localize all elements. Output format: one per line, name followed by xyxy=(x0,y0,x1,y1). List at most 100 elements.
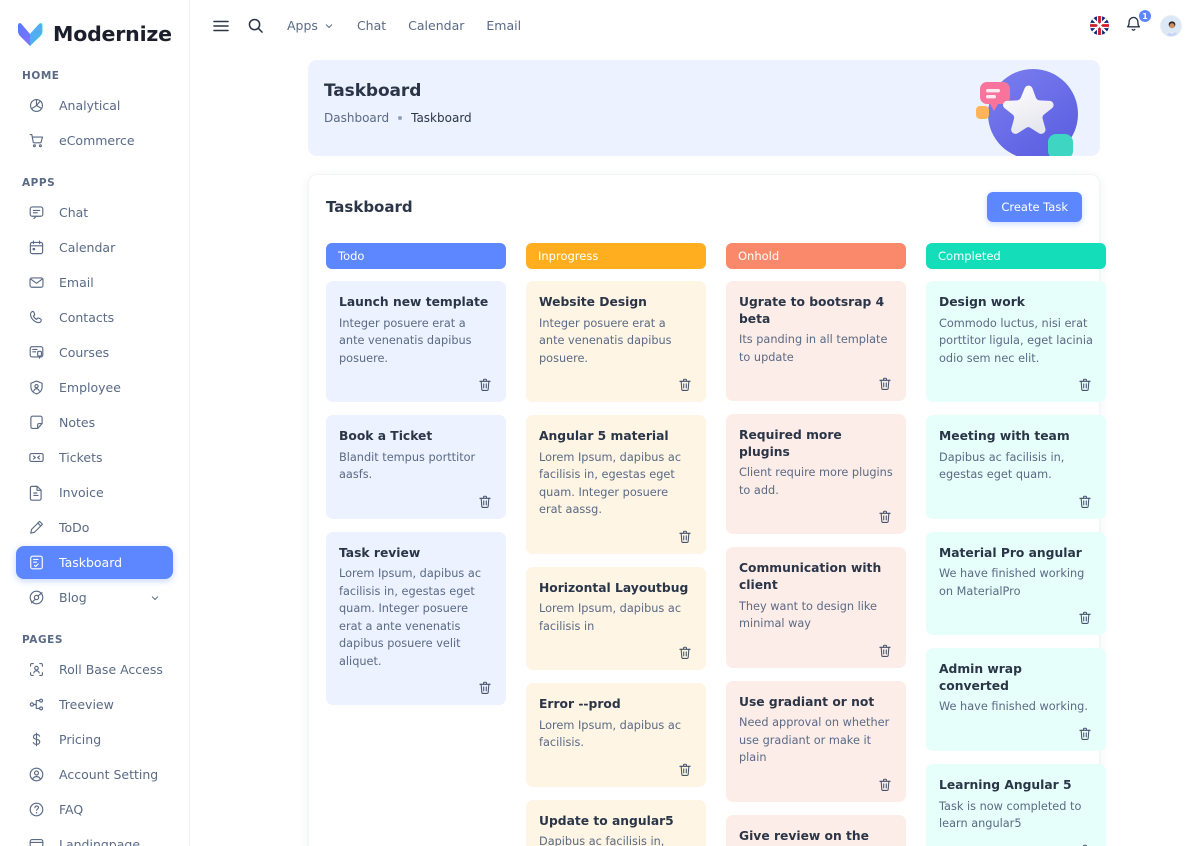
column-header-completed[interactable]: Completed xyxy=(926,243,1106,269)
trash-icon[interactable] xyxy=(677,762,693,778)
breadcrumb-item-dashboard[interactable]: Dashboard xyxy=(324,111,389,125)
pencil-edit-icon xyxy=(28,519,45,536)
column-header-todo[interactable]: Todo xyxy=(326,243,506,269)
task-card[interactable]: Required more pluginsClient require more… xyxy=(726,414,906,534)
sidebar-item-chat[interactable]: Chat xyxy=(16,196,173,229)
task-card[interactable]: Learning Angular 5Task is now completed … xyxy=(926,764,1106,846)
sidebar: Modernize HOMEAnalyticaleCommerceAPPSCha… xyxy=(0,0,190,846)
trash-icon[interactable] xyxy=(877,509,893,525)
task-card[interactable]: Angular 5 materialLorem Ipsum, dapibus a… xyxy=(526,415,706,554)
column-tasks-inprogress: Website DesignInteger posuere erat a ant… xyxy=(526,281,706,846)
task-footer xyxy=(939,726,1093,742)
sidebar-item-label: Roll Base Access xyxy=(59,662,163,677)
trash-icon[interactable] xyxy=(477,680,493,696)
task-card[interactable]: Design workCommodo luctus, nisi erat por… xyxy=(926,281,1106,402)
task-title: Meeting with team xyxy=(939,428,1093,445)
task-footer xyxy=(739,509,893,525)
column-header-onhold[interactable]: Onhold xyxy=(726,243,906,269)
task-title: Use gradiant or not xyxy=(739,694,893,711)
sidebar-item-todo[interactable]: ToDo xyxy=(16,511,173,544)
trash-icon[interactable] xyxy=(477,494,493,510)
task-title: Error --prod xyxy=(539,696,693,713)
task-footer xyxy=(739,777,893,793)
task-card[interactable]: Error --prodLorem Ipsum, dapibus ac faci… xyxy=(526,683,706,787)
create-task-button[interactable]: Create Task xyxy=(987,192,1082,222)
uk-flag-icon[interactable] xyxy=(1090,16,1109,35)
task-card[interactable]: Communication with clientThey want to de… xyxy=(726,547,906,667)
task-card[interactable]: Meeting with teamDapibus ac facilisis in… xyxy=(926,415,1106,519)
task-description: Lorem Ipsum, dapibus ac facilisis in, eg… xyxy=(339,565,493,670)
topbar-link-calendar[interactable]: Calendar xyxy=(397,18,475,33)
sidebar-item-faq[interactable]: FAQ xyxy=(16,793,173,826)
taskboard-icon xyxy=(28,554,45,571)
sidebar-item-analytical[interactable]: Analytical xyxy=(16,89,173,122)
sidebar-item-tickets[interactable]: Tickets xyxy=(16,441,173,474)
task-card[interactable]: Ugrate to bootsrap 4 betaIts panding in … xyxy=(726,281,906,401)
sidebar-item-treeview[interactable]: Treeview xyxy=(16,688,173,721)
sidebar-item-roll-base-access[interactable]: Roll Base Access xyxy=(16,653,173,686)
brand[interactable]: Modernize xyxy=(0,0,189,52)
sidebar-item-label: Taskboard xyxy=(59,555,122,570)
trash-icon[interactable] xyxy=(677,529,693,545)
column-header-inprogress[interactable]: Inprogress xyxy=(526,243,706,269)
sidebar-item-ecommerce[interactable]: eCommerce xyxy=(16,124,173,157)
analytics-icon xyxy=(28,97,45,114)
blog-circle-icon xyxy=(28,589,45,606)
task-description: Its panding in all template to update xyxy=(739,331,893,366)
task-card[interactable]: Give review on the productCommodo luctus… xyxy=(726,815,906,846)
taskboard-header: Taskboard Create Task xyxy=(326,192,1082,222)
task-footer xyxy=(539,529,693,545)
trash-icon[interactable] xyxy=(877,777,893,793)
task-card[interactable]: Update to angular5Dapibus ac facilisis i… xyxy=(526,800,706,846)
trash-icon[interactable] xyxy=(1077,843,1093,846)
topbar-link-email[interactable]: Email xyxy=(475,18,532,33)
sidebar-item-taskboard[interactable]: Taskboard xyxy=(16,546,173,579)
bell-notification-icon[interactable]: 1 xyxy=(1124,15,1145,36)
sidebar-item-notes[interactable]: Notes xyxy=(16,406,173,439)
sidebar-item-courses[interactable]: Courses xyxy=(16,336,173,369)
hamburger-menu-icon[interactable] xyxy=(206,11,236,41)
task-title: Book a Ticket xyxy=(339,428,493,445)
trash-icon[interactable] xyxy=(1077,377,1093,393)
task-card[interactable]: Website DesignInteger posuere erat a ant… xyxy=(526,281,706,402)
trash-icon[interactable] xyxy=(877,376,893,392)
courses-icon xyxy=(28,344,45,361)
sidebar-item-contacts[interactable]: Contacts xyxy=(16,301,173,334)
task-description: Dapibus ac facilisis in, egestas eget qu… xyxy=(539,833,693,846)
sidebar-item-calendar[interactable]: Calendar xyxy=(16,231,173,264)
brand-name: Modernize xyxy=(53,22,172,46)
task-card[interactable]: Horizontal LayoutbugLorem Ipsum, dapibus… xyxy=(526,567,706,671)
task-description: We have finished working. xyxy=(939,698,1093,716)
task-card[interactable]: Admin wrap convertedWe have finished wor… xyxy=(926,648,1106,751)
sidebar-item-label: ToDo xyxy=(59,520,89,535)
topbar-link-apps[interactable]: Apps xyxy=(276,18,346,33)
task-footer xyxy=(939,377,1093,393)
sidebar-item-label: Contacts xyxy=(59,310,114,325)
task-card[interactable]: Task reviewLorem Ipsum, dapibus ac facil… xyxy=(326,532,506,706)
trash-icon[interactable] xyxy=(877,643,893,659)
sidebar-item-blog[interactable]: Blog xyxy=(16,581,173,614)
task-card[interactable]: Use gradiant or notNeed approval on whet… xyxy=(726,681,906,802)
user-avatar-icon[interactable] xyxy=(1160,15,1182,37)
task-card[interactable]: Book a TicketBlandit tempus porttitor aa… xyxy=(326,415,506,519)
trash-icon[interactable] xyxy=(1077,494,1093,510)
window-icon xyxy=(28,836,45,846)
trash-icon[interactable] xyxy=(677,377,693,393)
task-card[interactable]: Launch new templateInteger posuere erat … xyxy=(326,281,506,402)
sidebar-item-invoice[interactable]: Invoice xyxy=(16,476,173,509)
sidebar-item-landingpage[interactable]: Landingpage xyxy=(16,828,173,846)
task-description: Commodo luctus, nisi erat porttitor ligu… xyxy=(939,315,1093,368)
task-card[interactable]: Material Pro angularWe have finished wor… xyxy=(926,532,1106,636)
chevron-down-icon xyxy=(323,20,335,32)
trash-icon[interactable] xyxy=(1077,610,1093,626)
sidebar-item-pricing[interactable]: Pricing xyxy=(16,723,173,756)
topbar-link-chat[interactable]: Chat xyxy=(346,18,397,33)
chevron-down-icon[interactable] xyxy=(149,592,161,604)
trash-icon[interactable] xyxy=(1077,726,1093,742)
sidebar-item-employee[interactable]: Employee xyxy=(16,371,173,404)
search-icon[interactable] xyxy=(240,11,270,41)
trash-icon[interactable] xyxy=(477,377,493,393)
trash-icon[interactable] xyxy=(677,645,693,661)
sidebar-item-account-setting[interactable]: Account Setting xyxy=(16,758,173,791)
sidebar-item-email[interactable]: Email xyxy=(16,266,173,299)
